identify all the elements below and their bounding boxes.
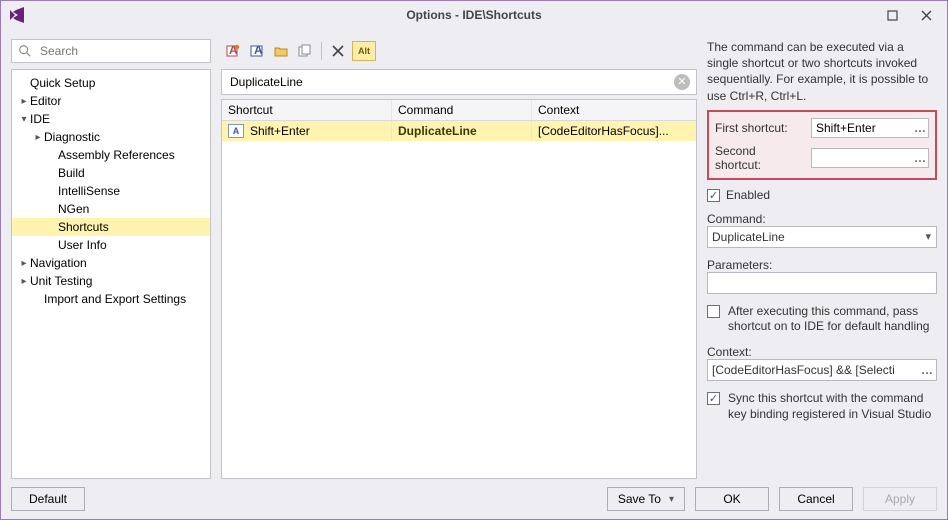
tree-item-label: Shortcuts [58, 220, 109, 234]
shortcuts-toolbar: A A Alt [221, 39, 697, 63]
details-panel: The command can be executed via a single… [707, 39, 937, 479]
search-box[interactable] [11, 39, 211, 63]
dialog-footer: Default Save To OK Cancel Apply [1, 485, 947, 519]
tree-item[interactable]: ▸Editor [12, 92, 210, 110]
search-input[interactable] [38, 43, 204, 59]
first-shortcut-input[interactable] [811, 118, 929, 138]
alt-toggle-button[interactable]: Alt [352, 41, 376, 61]
table-body: A Shift+Enter DuplicateLine[CodeEditorHasF… [222, 121, 696, 478]
header-context[interactable]: Context [532, 100, 696, 120]
tree-item-label: Editor [30, 94, 61, 108]
pass-to-ide-checkbox[interactable] [707, 305, 720, 318]
close-button[interactable] [909, 4, 943, 26]
tree-item-label: Assembly References [58, 148, 175, 162]
svg-text:A: A [254, 44, 263, 57]
context-browse[interactable]: … [921, 363, 933, 377]
left-panel: ▸Quick Setup▸Editor▾IDE▸Diagnostic▸Assem… [11, 39, 211, 479]
window-title: Options - IDE\Shortcuts [1, 8, 947, 22]
context-value: [CodeEditorHasFocus] && [Selecti [712, 363, 895, 377]
enabled-checkbox[interactable]: ✓ [707, 189, 720, 202]
filter-input[interactable] [228, 74, 674, 90]
caret-icon: ▸ [18, 276, 30, 287]
second-shortcut-input[interactable] [811, 148, 929, 168]
caret-icon: ▾ [18, 114, 30, 125]
tree-item-label: Import and Export Settings [44, 292, 186, 306]
header-command[interactable]: Command [392, 100, 532, 120]
category-tree[interactable]: ▸Quick Setup▸Editor▾IDE▸Diagnostic▸Assem… [11, 69, 211, 479]
tree-item-label: Navigation [30, 256, 87, 270]
tree-item[interactable]: ▸Navigation [12, 254, 210, 272]
search-icon [18, 44, 32, 58]
enabled-label: Enabled [726, 188, 770, 202]
clear-filter-button[interactable]: ✕ [674, 74, 690, 90]
tree-item[interactable]: ▸IntelliSense [12, 182, 210, 200]
tree-item-label: NGen [58, 202, 89, 216]
tree-item[interactable]: ▸Assembly References [12, 146, 210, 164]
tree-item[interactable]: ▸Unit Testing [12, 272, 210, 290]
parameters-input[interactable] [707, 272, 937, 294]
default-button[interactable]: Default [11, 487, 85, 511]
first-shortcut-label: First shortcut: [715, 121, 805, 135]
tree-item[interactable]: ▸Import and Export Settings [12, 290, 210, 308]
sync-label: Sync this shortcut with the command key … [728, 391, 937, 422]
tree-item[interactable]: ▾IDE [12, 110, 210, 128]
options-window: Options - IDE\Shortcuts ▸Quick Setup▸Edi… [0, 0, 948, 520]
pass-to-ide-label: After executing this command, pass short… [728, 304, 937, 335]
save-to-button[interactable]: Save To [607, 487, 685, 511]
titlebar: Options - IDE\Shortcuts [1, 1, 947, 29]
caret-icon: ▸ [32, 132, 44, 143]
shortcut-row-icon: A [228, 124, 244, 138]
tree-item[interactable]: ▸Diagnostic [12, 128, 210, 146]
tree-item-label: Diagnostic [44, 130, 100, 144]
tree-item[interactable]: ▸NGen [12, 200, 210, 218]
cell-context: [CodeEditorHasFocus]... [532, 121, 696, 141]
context-field[interactable]: [CodeEditorHasFocus] && [Selecti … [707, 359, 937, 381]
tree-item-label: IDE [30, 112, 50, 126]
context-label: Context: [707, 345, 937, 359]
cancel-button[interactable]: Cancel [779, 487, 853, 511]
command-value: DuplicateLine [712, 230, 785, 244]
second-shortcut-label: Second shortcut: [715, 144, 805, 172]
header-shortcut[interactable]: Shortcut [222, 100, 392, 120]
open-folder-button[interactable] [271, 41, 291, 61]
command-select[interactable]: DuplicateLine [707, 226, 937, 248]
shortcuts-table: Shortcut Command Context A Shift+Enter Dup… [221, 99, 697, 479]
tree-item-label: Quick Setup [30, 76, 95, 90]
filter-box[interactable]: ✕ [221, 69, 697, 95]
tree-item[interactable]: ▸User Info [12, 236, 210, 254]
tree-item-label: IntelliSense [58, 184, 120, 198]
description-text: The command can be executed via a single… [707, 39, 937, 104]
tree-item-label: User Info [58, 238, 107, 252]
parameters-label: Parameters: [707, 258, 937, 272]
second-shortcut-browse[interactable]: … [913, 150, 927, 166]
apply-button[interactable]: Apply [863, 487, 937, 511]
first-shortcut-browse[interactable]: … [913, 120, 927, 136]
cell-command: DuplicateLine [392, 121, 532, 141]
table-row[interactable]: A Shift+Enter DuplicateLine[CodeEditorHasF… [222, 121, 696, 141]
new-shortcut-button[interactable]: A [223, 41, 243, 61]
shortcuts-panel: A A Alt ✕ Shortcut Command Context A Shif… [221, 39, 697, 479]
app-icon [7, 5, 27, 25]
tree-item-label: Unit Testing [30, 274, 92, 288]
sync-checkbox[interactable]: ✓ [707, 392, 720, 405]
cell-shortcut: Shift+Enter [250, 124, 310, 138]
maximize-button[interactable] [875, 4, 909, 26]
caret-icon: ▸ [18, 96, 30, 107]
tree-item-label: Build [58, 166, 85, 180]
table-header: Shortcut Command Context [222, 100, 696, 121]
ok-button[interactable]: OK [695, 487, 769, 511]
tree-item[interactable]: ▸Quick Setup [12, 74, 210, 92]
tree-item[interactable]: ▸Shortcuts [12, 218, 210, 236]
tree-item[interactable]: ▸Build [12, 164, 210, 182]
edit-shortcut-button[interactable]: A [247, 41, 267, 61]
delete-button[interactable] [328, 41, 348, 61]
command-label: Command: [707, 212, 937, 226]
toolbar-separator [321, 42, 322, 60]
duplicate-button[interactable] [295, 41, 315, 61]
shortcut-input-block: First shortcut: … Second shortcut: … [707, 110, 937, 180]
caret-icon: ▸ [18, 258, 30, 269]
